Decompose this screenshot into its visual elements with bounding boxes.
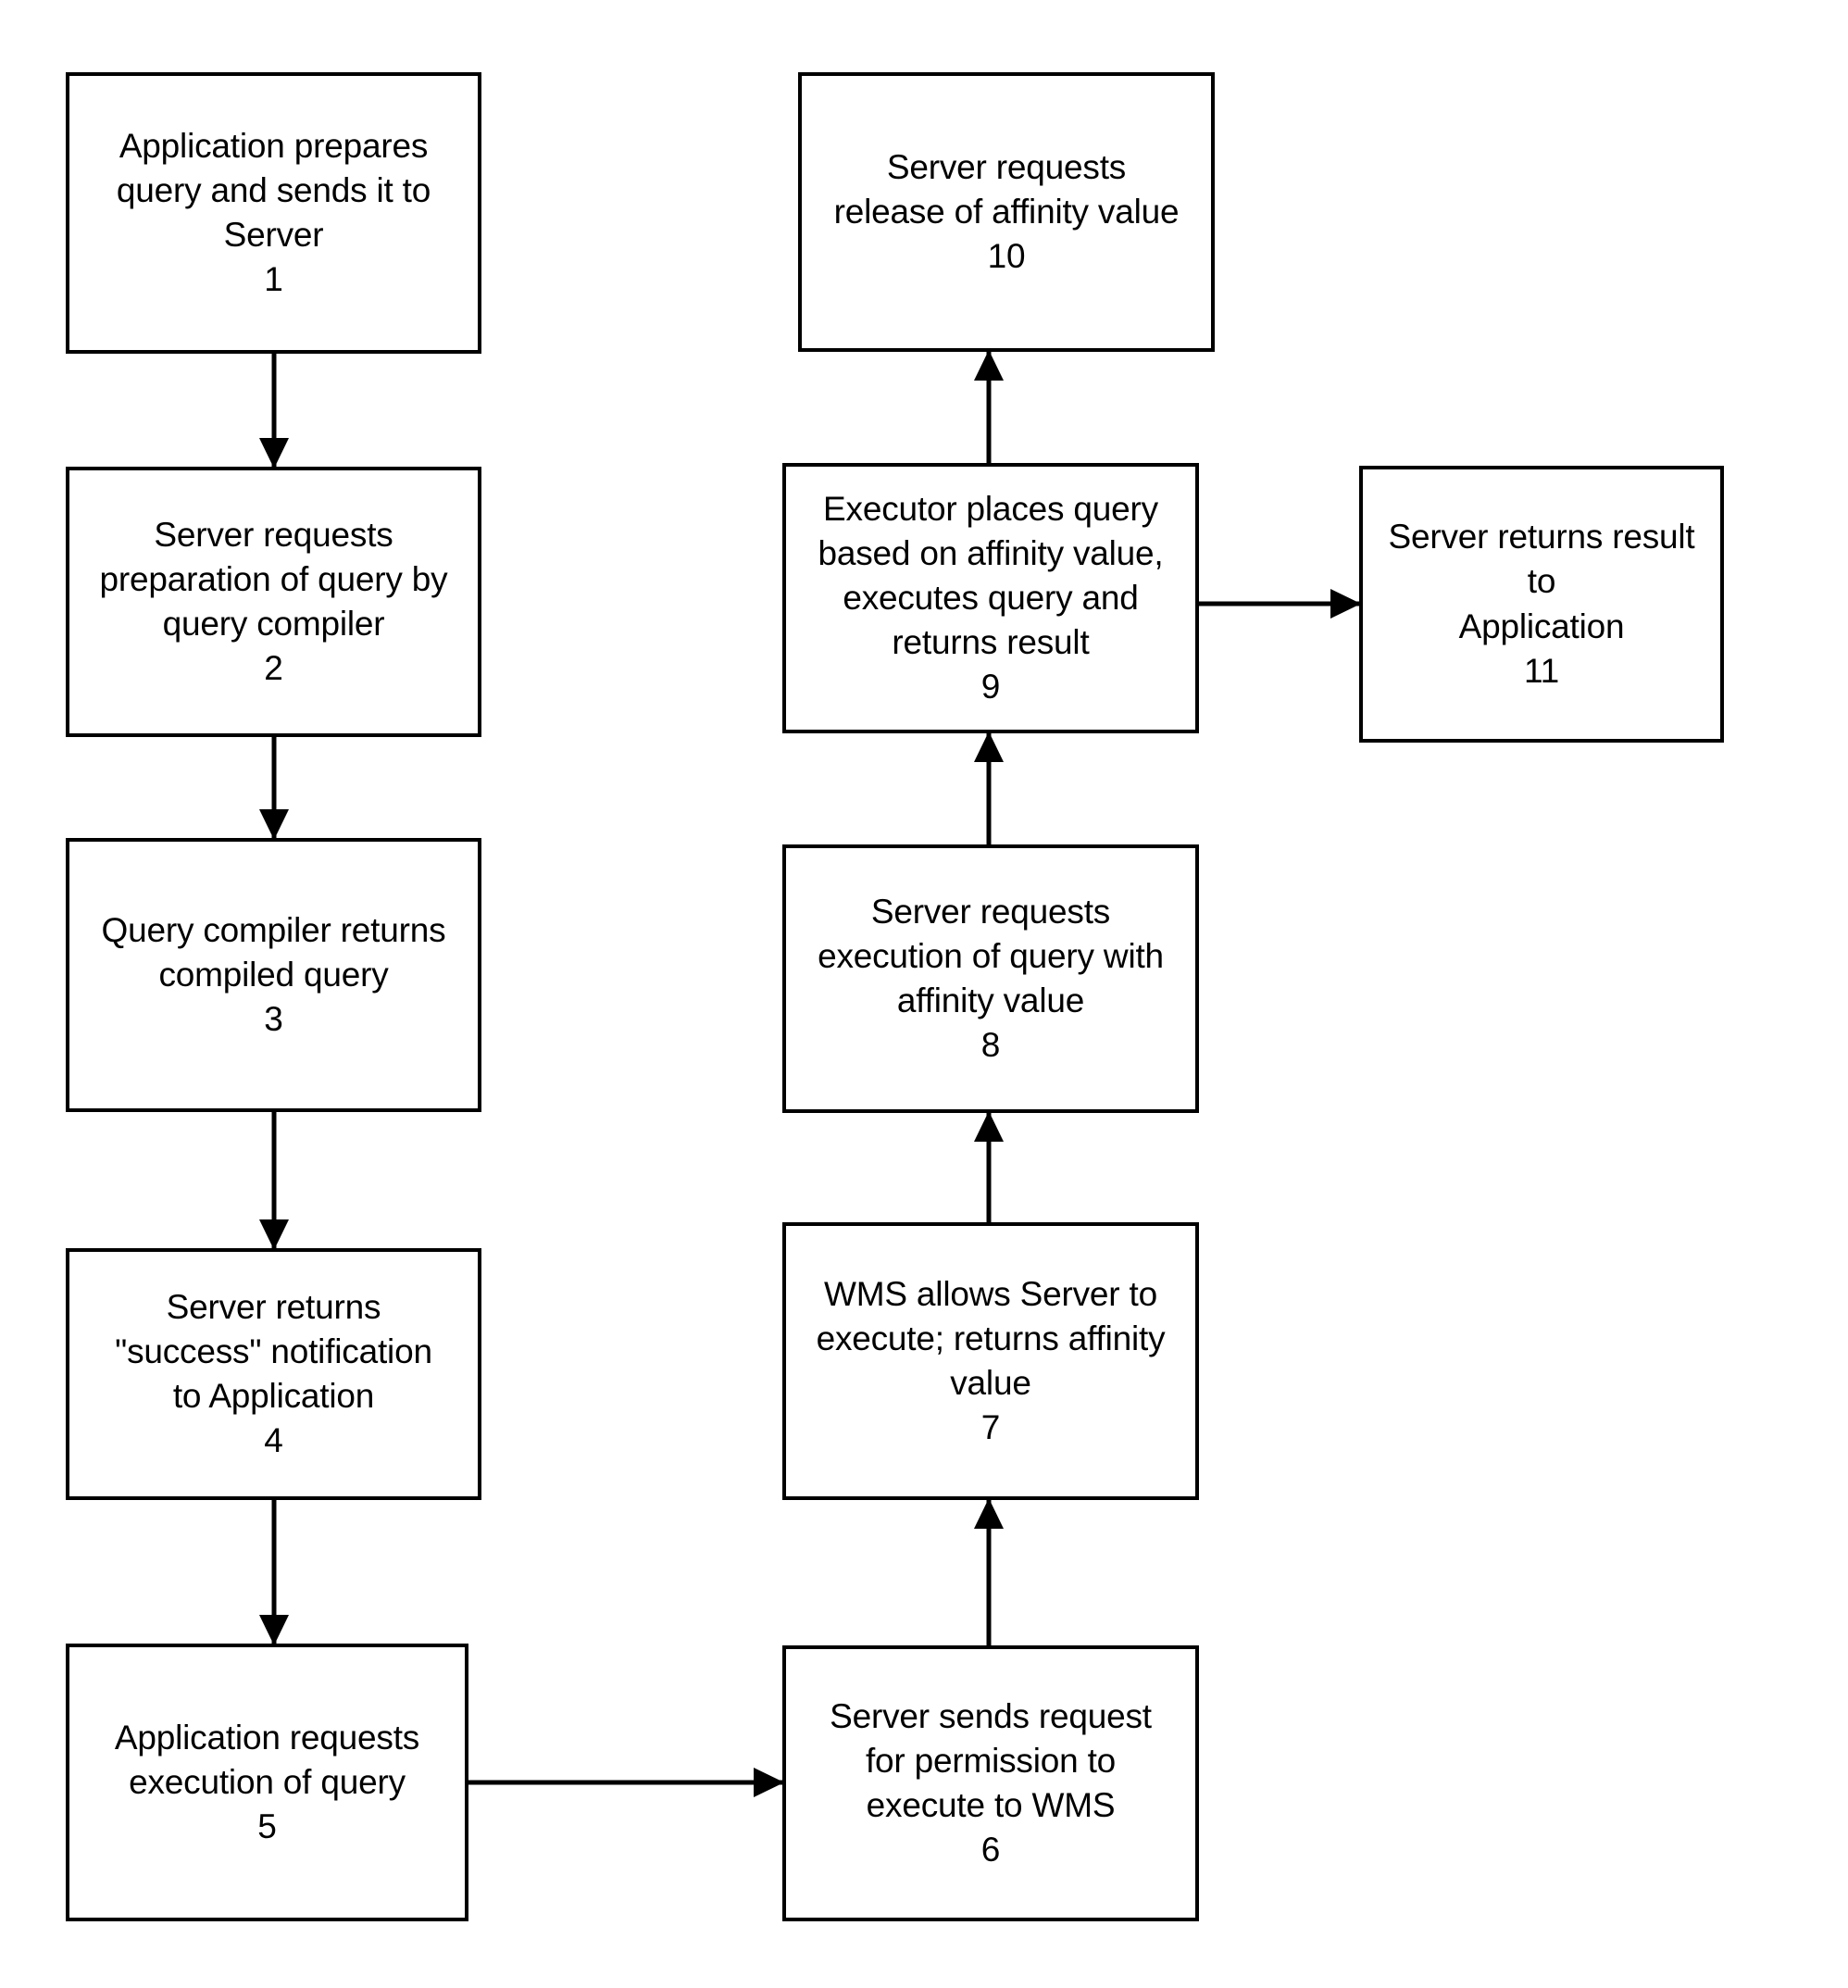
flow-node-11-label: Server returns result to Application 11	[1388, 518, 1695, 690]
flow-node-6[interactable]: Server sends request for permission to e…	[782, 1645, 1199, 1921]
flow-node-9[interactable]: Executor places query based on affinity …	[782, 463, 1199, 733]
flow-node-11[interactable]: Server returns result to Application 11	[1359, 466, 1724, 743]
flow-node-7[interactable]: WMS allows Server to execute; returns af…	[782, 1222, 1199, 1500]
flow-node-5-label: Application requests execution of query …	[114, 1718, 420, 1846]
flowchart-canvas: Application prepares query and sends it …	[0, 0, 1848, 1988]
flow-node-9-label: Executor places query based on affinity …	[818, 489, 1164, 706]
flow-node-2-label: Server requests preparation of query by …	[99, 515, 448, 688]
flow-node-6-label: Server sends request for permission to e…	[830, 1696, 1152, 1869]
flow-node-4-label: Server returns "success" notification to…	[115, 1287, 432, 1460]
flow-node-1-label: Application prepares query and sends it …	[116, 126, 431, 299]
flow-node-10-label: Server requests release of affinity valu…	[833, 147, 1180, 276]
flow-node-5[interactable]: Application requests execution of query …	[66, 1644, 468, 1921]
flow-node-1[interactable]: Application prepares query and sends it …	[66, 72, 481, 354]
flow-node-3[interactable]: Query compiler returns compiled query 3	[66, 838, 481, 1112]
flow-node-8-label: Server requests execution of query with …	[818, 892, 1164, 1065]
flow-node-4[interactable]: Server returns "success" notification to…	[66, 1248, 481, 1500]
flow-node-3-label: Query compiler returns compiled query 3	[101, 910, 446, 1039]
flow-node-8[interactable]: Server requests execution of query with …	[782, 844, 1199, 1113]
flow-node-2[interactable]: Server requests preparation of query by …	[66, 467, 481, 737]
flow-node-10[interactable]: Server requests release of affinity valu…	[798, 72, 1215, 352]
flow-node-7-label: WMS allows Server to execute; returns af…	[816, 1274, 1166, 1447]
